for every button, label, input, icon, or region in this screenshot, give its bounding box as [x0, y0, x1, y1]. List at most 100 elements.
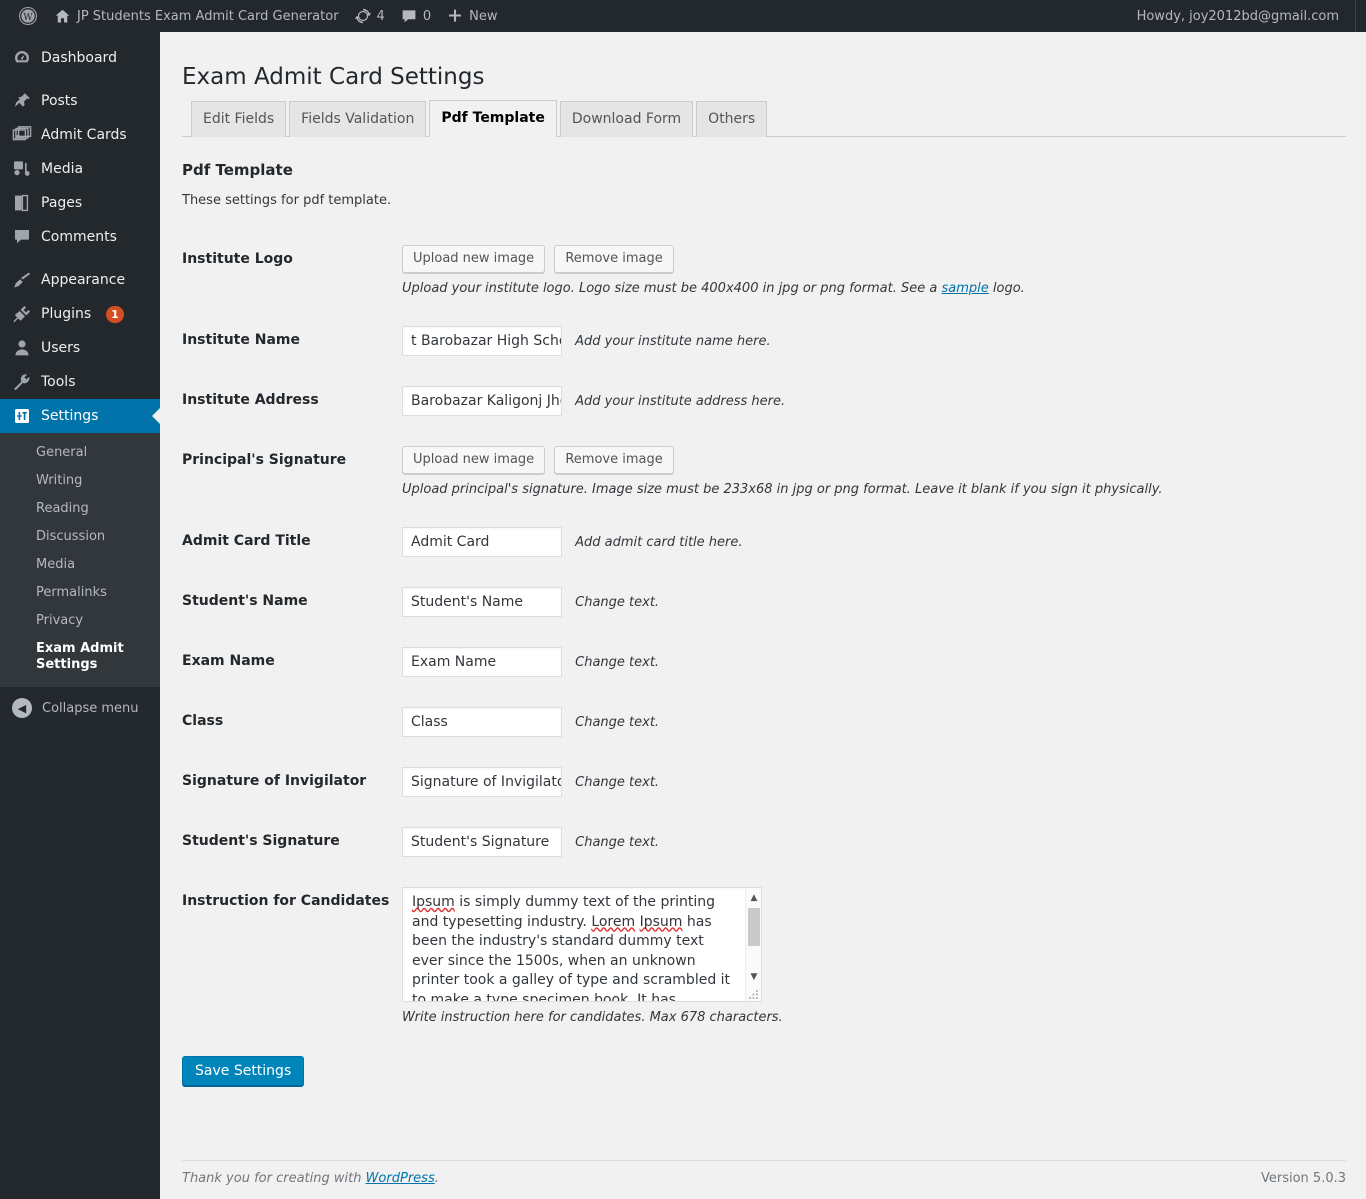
upload-logo-button[interactable]: Upload new image [402, 245, 546, 273]
sidebar-item-label: Pages [41, 195, 83, 211]
remove-logo-button[interactable]: Remove image [554, 245, 674, 273]
signature-invigilator-input[interactable]: Signature of Invigilator [402, 767, 562, 797]
sidebar-item-label: Users [41, 340, 81, 356]
institute-name-label: Institute Name [182, 332, 300, 348]
instruction-scrollbar[interactable]: ▲ ▼ [745, 888, 761, 1001]
submenu-item-discussion[interactable]: Discussion [0, 523, 160, 551]
principal-signature-controls: Upload new image Remove image Upload pri… [402, 431, 1332, 512]
students-name-input[interactable]: Student's Name [402, 587, 562, 617]
chevron-up-icon[interactable]: ▲ [746, 890, 761, 906]
class-hint: Change text. [575, 714, 660, 730]
sidebar-item-appearance[interactable]: Appearance [0, 263, 160, 297]
admin-footer: Thank you for creating with WordPress. V… [182, 1160, 1346, 1186]
tab-download-form[interactable]: Download Form [559, 101, 694, 137]
sidebar-item-media[interactable]: Media [0, 152, 160, 186]
updates-count: 4 [376, 8, 385, 24]
submenu-item-exam-admit-settings[interactable]: Exam Admit Settings [0, 635, 160, 679]
resize-grip-icon[interactable] [748, 988, 760, 1000]
submenu-item-media[interactable]: Media [0, 551, 160, 579]
sidebar-item-label: Appearance [41, 272, 126, 288]
page-title: Exam Admit Card Settings [182, 64, 485, 90]
wp-logo-button[interactable]: W [4, 0, 46, 32]
sidebar-item-comments[interactable]: Comments [0, 220, 160, 254]
institute-name-input[interactable]: t Barobazar High Scholl [402, 326, 562, 356]
collapse-menu-label: Collapse menu [42, 700, 139, 716]
wordpress-link[interactable]: WordPress [366, 1171, 435, 1186]
instruction-hint: Write instruction here for candidates. M… [402, 1010, 783, 1025]
upload-signature-button[interactable]: Upload new image [402, 446, 546, 474]
menu-spacer [0, 254, 160, 263]
sample-logo-link[interactable]: sample [941, 281, 988, 296]
institute-logo-hint-before: Upload your institute logo. Logo size mu… [402, 281, 942, 296]
media-icon [12, 159, 32, 179]
signature-invigilator-hint: Change text. [575, 774, 660, 790]
signature-invigilator-controls: Signature of Invigilator Change text. [402, 752, 1332, 812]
sidebar-item-settings[interactable]: Settings [0, 399, 160, 433]
new-content-menu[interactable]: New [439, 0, 505, 32]
form-row-instruction: Instruction for Candidates Ipsum is simp… [182, 872, 1332, 1040]
tab-edit-fields[interactable]: Edit Fields [191, 101, 287, 137]
submenu-item-permalinks[interactable]: Permalinks [0, 579, 160, 607]
institute-address-label: Institute Address [182, 392, 319, 408]
sidebar-item-posts[interactable]: Posts [0, 84, 160, 118]
collapse-menu-button[interactable]: ◀ Collapse menu [0, 691, 160, 725]
admit-card-title-label: Admit Card Title [182, 533, 311, 549]
remove-signature-button[interactable]: Remove image [554, 446, 674, 474]
exam-name-input[interactable]: Exam Name [402, 647, 562, 677]
form-row-principal-signature: Principal's Signature Upload new image R… [182, 431, 1332, 512]
submenu-item-privacy[interactable]: Privacy [0, 607, 160, 635]
comments-count: 0 [422, 8, 432, 24]
instruction-controls: Ipsum is simply dummy text of the printi… [402, 872, 1332, 1040]
institute-name-controls: t Barobazar High Scholl Add your institu… [402, 311, 1332, 371]
scrollbar-thumb[interactable] [748, 908, 760, 946]
updates-menu[interactable]: 4 [347, 0, 393, 32]
instruction-label: Instruction for Candidates [182, 893, 390, 909]
my-account-menu[interactable]: Howdy, joy2012bd@gmail.com [1129, 0, 1356, 32]
save-settings-button[interactable]: Save Settings [182, 1056, 305, 1086]
site-name-menu[interactable]: JP Students Exam Admit Card Generator [46, 0, 347, 32]
students-name-controls: Student's Name Change text. [402, 572, 1332, 632]
wordpress-logo-icon: W [18, 6, 38, 26]
sidebar-item-dashboard[interactable]: Dashboard [0, 41, 160, 75]
students-signature-hint: Change text. [575, 834, 660, 850]
admit-card-title-controls: Admit Card Add admit card title here. [402, 512, 1332, 572]
submenu-item-reading[interactable]: Reading [0, 495, 160, 523]
form-row-institute-address: Institute Address Barobazar Kaligonj Jhe… [182, 371, 1332, 431]
instruction-textarea[interactable]: Ipsum is simply dummy text of the printi… [402, 887, 762, 1002]
students-signature-controls: Student's Signature Change text. [402, 812, 1332, 872]
menu-spacer [0, 75, 160, 84]
class-input[interactable]: Class [402, 707, 562, 737]
sidebar-item-label: Tools [41, 374, 76, 390]
sidebar-item-label: Posts [41, 93, 78, 109]
sidebar-item-admit-cards[interactable]: Admit Cards [0, 118, 160, 152]
paintbrush-icon [12, 270, 32, 290]
submenu-item-writing[interactable]: Writing [0, 467, 160, 495]
form-actions: Save Settings [182, 1056, 1346, 1086]
admin-bar: W JP Students Exam Admit Card Generator … [0, 0, 1366, 32]
sidebar-item-tools[interactable]: Tools [0, 365, 160, 399]
tab-fields-validation[interactable]: Fields Validation [289, 101, 427, 137]
exam-name-controls: Exam Name Change text. [402, 632, 1332, 692]
submenu-item-general[interactable]: General [0, 439, 160, 467]
tab-others[interactable]: Others [696, 101, 768, 137]
admit-card-title-input[interactable]: Admit Card [402, 527, 562, 557]
comments-menu[interactable]: 0 [393, 0, 439, 32]
class-controls: Class Change text. [402, 692, 1332, 752]
institute-address-input[interactable]: Barobazar Kaligonj Jhen [402, 386, 562, 416]
tab-pdf-template[interactable]: Pdf Template [429, 100, 557, 137]
students-signature-input[interactable]: Student's Signature [402, 827, 562, 857]
wrench-icon [12, 372, 32, 392]
sliders-icon [12, 406, 32, 426]
plug-icon [12, 304, 32, 324]
institute-logo-hint: Upload your institute logo. Logo size mu… [402, 281, 1322, 296]
sidebar-item-plugins[interactable]: Plugins 1 [0, 297, 160, 331]
sidebar-item-label: Media [41, 161, 84, 177]
sidebar-item-users[interactable]: Users [0, 331, 160, 365]
institute-name-hint: Add your institute name here. [575, 333, 771, 349]
footer-thanks: Thank you for creating with WordPress. [182, 1171, 439, 1186]
section-title: Pdf Template [182, 161, 293, 179]
chevron-down-icon[interactable]: ▼ [746, 969, 761, 985]
settings-submenu: General Writing Reading Discussion Media… [0, 433, 160, 687]
sidebar-item-pages[interactable]: Pages [0, 186, 160, 220]
svg-text:W: W [23, 12, 33, 23]
